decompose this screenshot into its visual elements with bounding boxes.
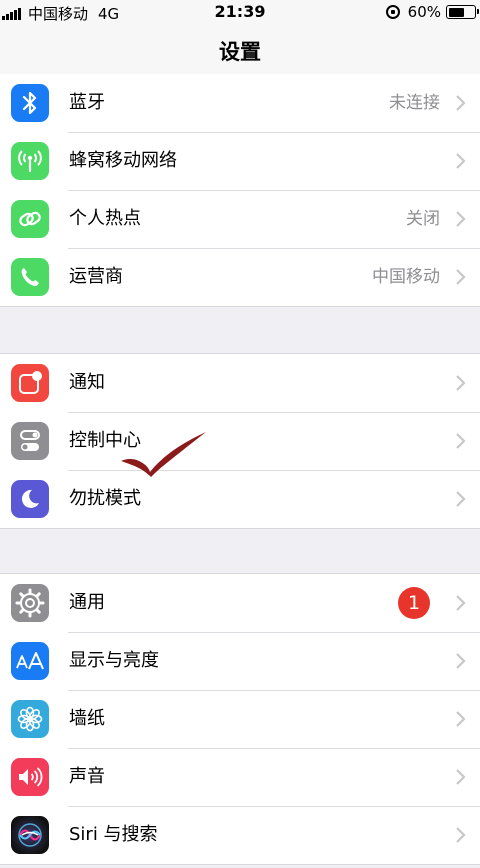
settings-row-label: 个人热点 <box>69 208 141 229</box>
chevron-right-icon <box>456 491 466 507</box>
notifications-icon <box>11 364 49 402</box>
settings-row-label: 运营商 <box>69 266 123 287</box>
checkmark-annotation <box>121 432 206 477</box>
settings-row-control-center[interactable]: 控制中心 <box>0 412 480 470</box>
status-right: 60% <box>385 3 479 21</box>
chevron-right-icon <box>456 769 466 785</box>
settings-group-general: 通用 1 显示与亮度 墙纸 声音 Siri 与搜索 <box>0 573 480 865</box>
gear-icon <box>11 584 49 622</box>
settings-row-label: 显示与亮度 <box>69 650 159 671</box>
settings-row-value: 关闭 <box>406 209 440 229</box>
settings-row-label: 蓝牙 <box>69 92 105 113</box>
cellular-icon <box>11 142 49 180</box>
settings-row-label: 勿扰模式 <box>69 488 141 509</box>
battery-icon <box>446 5 479 19</box>
settings-row-label: 蜂窝移动网络 <box>69 150 177 171</box>
settings-row-sound[interactable]: 声音 <box>0 748 480 806</box>
hotspot-icon <box>11 200 49 238</box>
settings-row-wallpaper[interactable]: 墙纸 <box>0 690 480 748</box>
settings-row-general[interactable]: 通用 1 <box>0 574 480 632</box>
chevron-right-icon <box>456 95 466 111</box>
settings-row-do-not-disturb[interactable]: 勿扰模式 <box>0 470 480 528</box>
display-icon <box>11 642 49 680</box>
settings-row-siri[interactable]: Siri 与搜索 <box>0 806 480 864</box>
settings-row-notifications[interactable]: 通知 <box>0 354 480 412</box>
update-badge: 1 <box>398 587 430 619</box>
wallpaper-icon <box>11 700 49 738</box>
chevron-right-icon <box>456 375 466 391</box>
settings-row-label: 声音 <box>69 766 105 787</box>
settings-row-value: 未连接 <box>389 93 440 113</box>
chevron-right-icon <box>456 433 466 449</box>
settings-row-label: Siri 与搜索 <box>69 824 158 845</box>
navigation-bar: 设置 <box>0 24 480 81</box>
bluetooth-icon <box>11 84 49 122</box>
chevron-right-icon <box>456 653 466 669</box>
chevron-right-icon <box>456 711 466 727</box>
settings-group-connectivity: 蓝牙 未连接 蜂窝移动网络 个人热点 关闭 运营商 中国移动 <box>0 74 480 307</box>
settings-row-bluetooth[interactable]: 蓝牙 未连接 <box>0 74 480 132</box>
phone-icon <box>11 258 49 296</box>
settings-row-label: 通用 <box>69 592 105 613</box>
chevron-right-icon <box>456 827 466 843</box>
settings-row-label: 墙纸 <box>69 708 105 729</box>
chevron-right-icon <box>456 595 466 611</box>
battery-percent: 60% <box>407 3 441 21</box>
chevron-right-icon <box>456 269 466 285</box>
status-bar: 中国移动 4G 21:39 60% <box>0 0 480 24</box>
settings-row-display[interactable]: 显示与亮度 <box>0 632 480 690</box>
chevron-right-icon <box>456 211 466 227</box>
settings-group-notifications: 通知 控制中心 勿扰模式 <box>0 353 480 529</box>
chevron-right-icon <box>456 153 466 169</box>
settings-row-label: 通知 <box>69 372 105 393</box>
settings-row-cellular[interactable]: 蜂窝移动网络 <box>0 132 480 190</box>
settings-row-hotspot[interactable]: 个人热点 关闭 <box>0 190 480 248</box>
battery-level <box>448 7 464 17</box>
page-title: 设置 <box>219 40 261 64</box>
settings-row-value: 中国移动 <box>372 267 440 287</box>
rotation-lock-icon <box>385 5 400 19</box>
control-center-icon <box>11 422 49 460</box>
settings-row-carrier[interactable]: 运营商 中国移动 <box>0 248 480 306</box>
siri-icon <box>11 816 49 854</box>
moon-icon <box>11 480 49 518</box>
sound-icon <box>11 758 49 796</box>
